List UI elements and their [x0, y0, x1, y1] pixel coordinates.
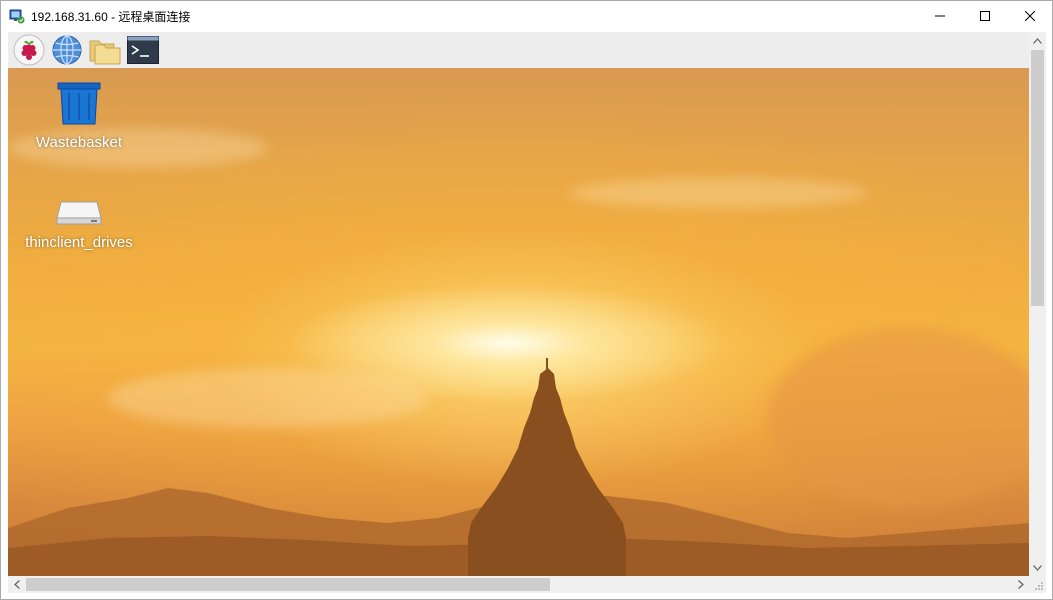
resize-grip-icon — [1035, 582, 1043, 590]
chevron-left-icon — [13, 580, 20, 589]
horizontal-scroll-thumb[interactable] — [26, 578, 550, 591]
scroll-up-button[interactable] — [1029, 32, 1046, 49]
close-icon — [1024, 11, 1035, 21]
resize-grip[interactable] — [1029, 576, 1046, 593]
minimize-button[interactable] — [917, 1, 962, 31]
web-browser-icon — [52, 35, 82, 65]
title-bar[interactable]: 192.168.31.60 - 远程桌面连接 — [1, 1, 1052, 31]
horizontal-scrollbar[interactable] — [8, 576, 1029, 593]
terminal-button[interactable] — [126, 33, 160, 67]
desktop-icon-thinclient-drives[interactable]: thinclient_drives — [14, 196, 144, 251]
maximize-icon — [979, 11, 990, 21]
maximize-button[interactable] — [962, 1, 1007, 31]
remote-desktop-view[interactable]: Wastebasket thinclient_drives — [8, 32, 1029, 576]
close-button[interactable] — [1007, 1, 1052, 31]
vertical-scrollbar[interactable] — [1029, 32, 1046, 576]
file-manager-icon — [89, 40, 121, 65]
pi-panel — [8, 32, 1029, 68]
raspberry-pi-menu-button[interactable] — [12, 33, 46, 67]
scroll-down-button[interactable] — [1029, 559, 1046, 576]
window-title: 192.168.31.60 - 远程桌面连接 — [31, 9, 191, 24]
desktop-icon-wastebasket[interactable]: Wastebasket — [14, 80, 144, 151]
terminal-icon — [127, 36, 159, 64]
web-browser-button[interactable] — [50, 33, 84, 67]
desktop-icon-label: Wastebasket — [35, 134, 123, 151]
chevron-down-icon — [1033, 564, 1042, 571]
window-controls — [917, 1, 1052, 31]
landscape-silhouette — [8, 358, 1029, 576]
rdp-window: 192.168.31.60 - 远程桌面连接 Wastebasket thinc… — [0, 0, 1053, 600]
scroll-left-button[interactable] — [8, 576, 25, 593]
chevron-up-icon — [1033, 37, 1042, 44]
chevron-right-icon — [1017, 580, 1024, 589]
raspberry-pi-menu-icon — [13, 34, 45, 66]
drive-icon — [56, 201, 102, 225]
desktop-wallpaper[interactable]: Wastebasket thinclient_drives — [8, 68, 1029, 576]
minimize-icon — [934, 15, 945, 17]
vertical-scroll-thumb[interactable] — [1031, 50, 1044, 306]
remote-desktop-app-icon[interactable] — [9, 8, 25, 24]
wastebasket-icon — [57, 82, 101, 125]
scroll-right-button[interactable] — [1012, 576, 1029, 593]
file-manager-button[interactable] — [88, 33, 122, 67]
desktop-icon-label: thinclient_drives — [25, 234, 133, 251]
